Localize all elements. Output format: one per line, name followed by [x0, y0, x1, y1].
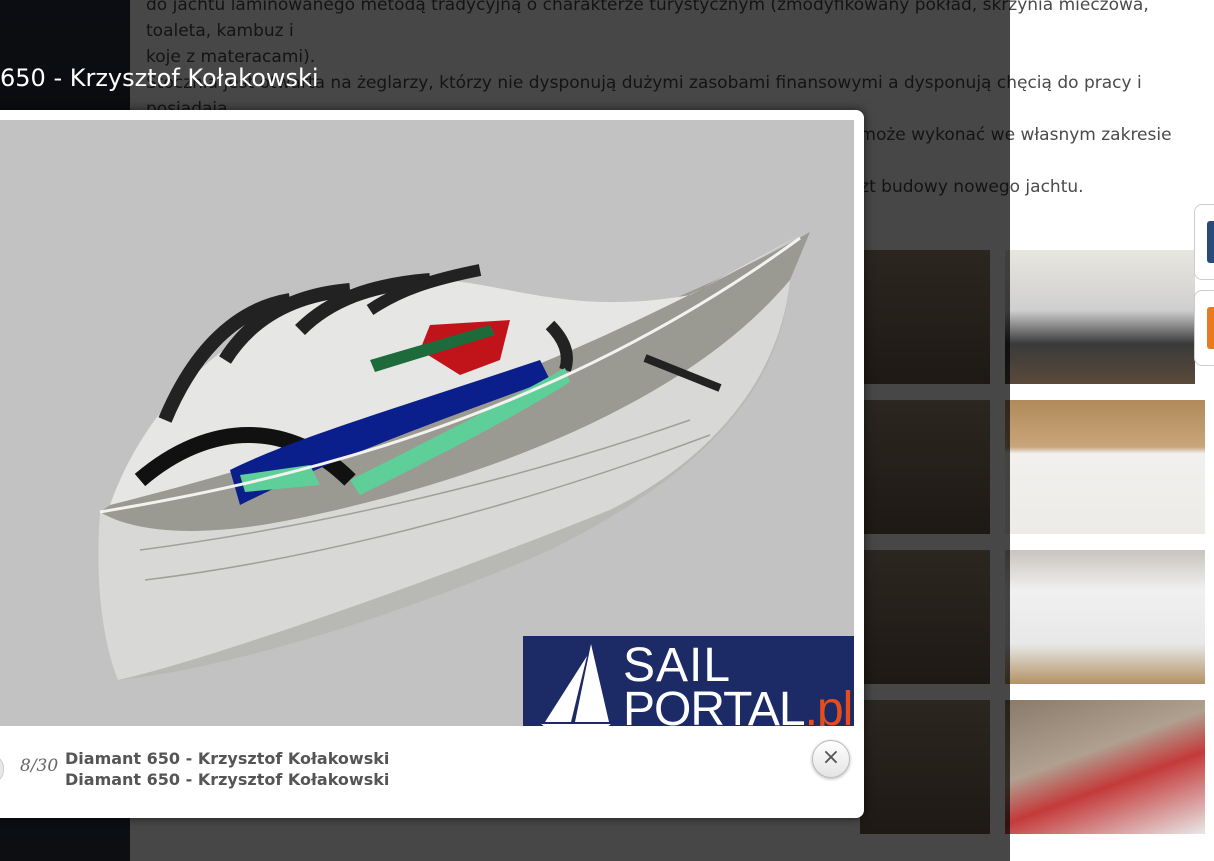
sailboat-icon [541, 644, 611, 726]
gallery-photo[interactable]: SAIL PORTAL.pl [0, 120, 854, 726]
gallery-thumbnail[interactable] [1005, 550, 1205, 684]
lightbox-window: SAIL PORTAL.pl 8/30 Diamant 650 - Krzysz… [0, 110, 864, 818]
caption-line: Diamant 650 - Krzysztof Kołakowski [65, 770, 390, 789]
lightbox-title: 650 - Krzysztof Kołakowski [0, 64, 319, 92]
lightbox-caption-bar: 8/30 Diamant 650 - Krzysztof Kołakowski … [0, 730, 864, 818]
social-share-button[interactable] [1194, 290, 1214, 366]
image-caption: Diamant 650 - Krzysztof Kołakowski Diama… [65, 748, 389, 790]
gallery-thumbnail[interactable] [1005, 700, 1205, 834]
caption-line: Diamant 650 - Krzysztof Kołakowski [65, 749, 390, 768]
logo-text-portal-main: PORTAL [623, 683, 806, 727]
image-counter: 8/30 [20, 756, 59, 776]
logo-text-portal: PORTAL.pl [623, 683, 854, 727]
gallery-thumbnail[interactable] [1005, 400, 1205, 534]
gallery-thumbnail[interactable] [1005, 250, 1195, 384]
close-button[interactable]: × [812, 740, 850, 778]
sailportal-watermark-logo: SAIL PORTAL.pl [523, 636, 854, 726]
social-share-button[interactable] [1194, 204, 1214, 280]
previous-image-button[interactable] [0, 754, 4, 784]
logo-text-tld: .pl [804, 683, 854, 727]
close-icon: × [821, 745, 841, 770]
